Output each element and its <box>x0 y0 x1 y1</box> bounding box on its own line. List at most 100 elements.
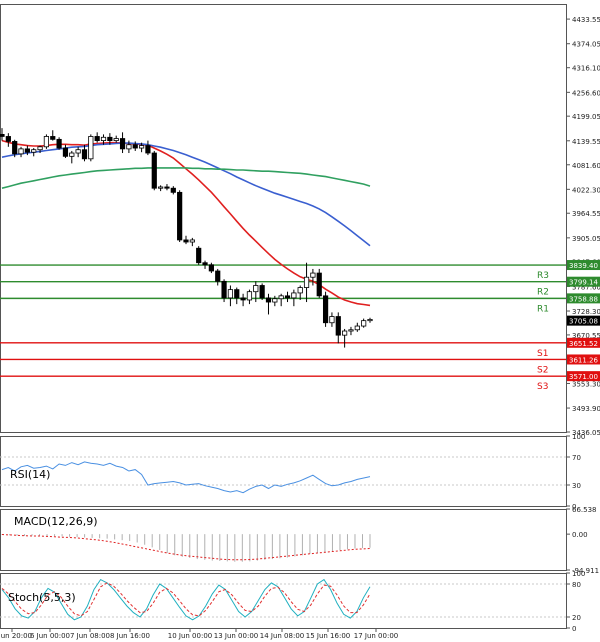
level-price-tag-text: 3651.52 <box>569 340 598 348</box>
x-tick-label: 7 Jun 08:00 <box>70 632 110 640</box>
x-tick-label: 6 Jun 00:00 <box>30 632 70 640</box>
candle-body <box>316 272 322 297</box>
x-tick-label: 8 Jun 16:00 <box>110 632 150 640</box>
candle-body <box>215 270 221 282</box>
candle-body <box>37 146 43 151</box>
candle-body <box>94 136 100 142</box>
candle-body <box>145 145 151 154</box>
candle-body <box>50 136 56 140</box>
candle-body <box>158 186 164 189</box>
level-price-tag-text: 3611.26 <box>569 356 598 364</box>
candle-body <box>43 136 50 148</box>
y-tick-label: 3493.90 <box>572 405 600 413</box>
candle-body <box>335 316 341 336</box>
candle-body <box>303 276 310 288</box>
candle-body <box>0 133 5 137</box>
y-tick-label: 0.00 <box>572 531 588 539</box>
candle-body <box>278 295 284 300</box>
y-tick-label: 20 <box>572 614 581 622</box>
y-tick-label: 4374.05 <box>572 41 600 49</box>
level-price-tag-text: 3758.88 <box>569 295 598 303</box>
candle-body <box>265 297 272 303</box>
y-tick-label: 4433.55 <box>572 16 600 24</box>
candle-body <box>259 285 265 299</box>
candle-body <box>227 289 234 299</box>
x-tick-label: 13 Jun 00:00 <box>214 632 258 640</box>
candle-body <box>183 239 189 243</box>
level-label-r3: R3 <box>537 271 549 281</box>
y-tick-label: 4139.55 <box>572 138 600 146</box>
stoch-title: Stoch(5,5,3) <box>8 591 76 604</box>
candle-body <box>69 152 75 157</box>
y-tick-label: 4022.30 <box>572 186 600 194</box>
candle-body <box>75 149 81 154</box>
level-price-tag-text: 3839.40 <box>569 262 598 270</box>
candle-body <box>18 148 24 155</box>
candle-body <box>221 280 227 299</box>
y-tick-label: 4199.05 <box>572 113 600 121</box>
candle-body <box>342 330 348 336</box>
x-tick-label: 15 Jun 16:00 <box>306 632 350 640</box>
candle-body <box>208 264 214 272</box>
y-tick-label: 100 <box>572 433 585 441</box>
level-price-tag-text: 3571.00 <box>569 373 598 381</box>
candle-body <box>189 239 195 243</box>
candle-body <box>107 136 113 142</box>
candle-body <box>202 262 208 266</box>
candle-body <box>132 144 138 149</box>
candle-body <box>367 319 373 322</box>
candle-body <box>24 148 30 153</box>
y-tick-label: 30 <box>572 482 581 490</box>
candle-body <box>164 186 170 189</box>
candle-body <box>177 191 183 241</box>
candle-body <box>119 138 126 150</box>
y-tick-label: 4256.60 <box>572 89 600 97</box>
rsi-title: RSI(14) <box>10 468 50 481</box>
macd-title: MACD(12,26,9) <box>14 515 98 528</box>
candle-body <box>322 295 329 324</box>
y-tick-label: 0 <box>572 625 576 633</box>
candle-body <box>291 292 297 299</box>
candle-body <box>100 136 107 142</box>
candle-body <box>310 272 316 278</box>
level-label-s1: S1 <box>537 349 548 359</box>
candle-body <box>126 144 132 150</box>
candle-body <box>272 298 278 303</box>
candle-body <box>348 329 354 332</box>
x-tick-label: 17 Jun 00:00 <box>354 632 398 640</box>
y-tick-label: 4081.60 <box>572 162 600 170</box>
candle-body <box>361 320 367 327</box>
y-tick-label: 3728.30 <box>572 308 600 316</box>
y-tick-label: 80 <box>572 581 581 589</box>
level-label-r2: R2 <box>537 288 549 298</box>
candle-body <box>56 138 62 149</box>
x-tick-label: 2 Jun 20:00 <box>0 632 32 640</box>
candle-body <box>329 316 335 324</box>
candle-body <box>31 149 37 153</box>
candle-body <box>284 295 291 299</box>
candle-body <box>354 325 360 331</box>
x-tick-label: 14 Jun 08:00 <box>260 632 304 640</box>
last-price-text: 3705.08 <box>569 318 598 326</box>
candle-body <box>12 141 18 155</box>
candle-body <box>196 247 202 264</box>
candle-body <box>5 136 11 142</box>
candle-body <box>88 136 94 160</box>
level-label-s2: S2 <box>537 365 548 375</box>
candle-body <box>62 147 69 157</box>
y-tick-label: 3553.30 <box>572 380 600 388</box>
candle-body <box>253 285 259 293</box>
chart-canvas: 4433.55 4374.05 4316.10 4256.60 4199.05 4139.… <box>0 0 600 642</box>
level-label-s3: S3 <box>537 382 548 392</box>
level-price-tag-text: 3799.14 <box>569 279 598 287</box>
candle-body <box>297 287 303 294</box>
y-tick-label: 70 <box>572 454 581 462</box>
candle-body <box>240 297 246 301</box>
y-tick-label: 100 <box>572 570 585 578</box>
candle-body <box>234 289 240 299</box>
candle-body <box>246 291 253 301</box>
y-tick-label: 66.538 <box>572 506 597 514</box>
candle-body <box>113 138 119 142</box>
candle-body <box>138 145 145 149</box>
candle-body <box>151 152 157 189</box>
